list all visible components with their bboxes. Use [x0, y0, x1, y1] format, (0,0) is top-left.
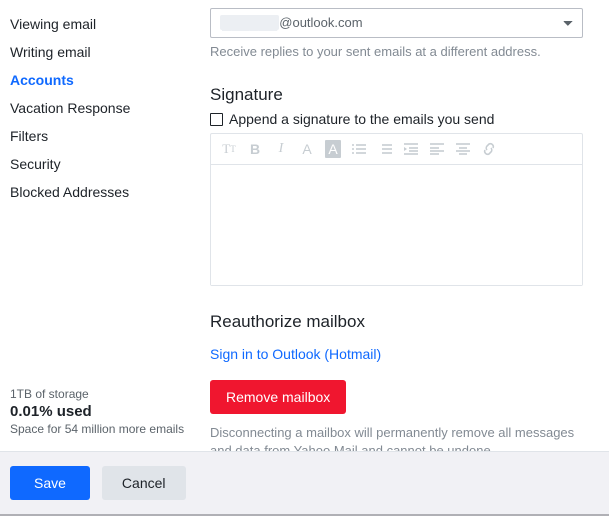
signature-editor: TT B I A A: [210, 133, 583, 286]
storage-info: 1TB of storage 0.01% used Space for 54 m…: [10, 387, 200, 448]
align-left-icon[interactable]: [429, 140, 445, 158]
sidebar-item-blocked-addresses[interactable]: Blocked Addresses: [10, 178, 200, 206]
cancel-button[interactable]: Cancel: [102, 466, 186, 500]
reauthorize-heading: Reauthorize mailbox: [210, 312, 583, 332]
signature-textarea[interactable]: [211, 165, 582, 285]
signature-heading: Signature: [210, 85, 583, 105]
font-size-icon[interactable]: TT: [221, 140, 237, 158]
settings-sidebar: Viewing email Writing email Accounts Vac…: [0, 0, 200, 448]
bullet-list-icon[interactable]: [351, 140, 367, 158]
save-button[interactable]: Save: [10, 466, 90, 500]
append-signature-label: Append a signature to the emails you sen…: [229, 111, 494, 127]
remove-mailbox-button[interactable]: Remove mailbox: [210, 380, 346, 414]
reply-to-help: Receive replies to your sent emails at a…: [210, 44, 583, 59]
sidebar-item-writing-email[interactable]: Writing email: [10, 38, 200, 66]
bold-icon[interactable]: B: [247, 140, 263, 158]
sidebar-item-viewing-email[interactable]: Viewing email: [10, 10, 200, 38]
link-icon[interactable]: [481, 140, 497, 158]
sidebar-item-accounts[interactable]: Accounts: [10, 66, 200, 94]
reply-to-select[interactable]: [210, 8, 583, 38]
highlight-icon[interactable]: A: [325, 140, 341, 158]
footer-bar: Save Cancel: [0, 451, 609, 516]
font-family-icon[interactable]: A: [299, 140, 315, 158]
sign-in-outlook-link[interactable]: Sign in to Outlook (Hotmail): [210, 346, 381, 362]
align-center-icon[interactable]: [455, 140, 471, 158]
sidebar-item-filters[interactable]: Filters: [10, 122, 200, 150]
italic-icon[interactable]: I: [273, 140, 289, 158]
signature-toolbar: TT B I A A: [211, 134, 582, 165]
storage-detail: Space for 54 million more emails: [10, 422, 190, 436]
indent-icon[interactable]: [403, 140, 419, 158]
storage-used: 0.01% used: [10, 403, 190, 420]
settings-main: ██████@outlook.com Receive replies to yo…: [200, 0, 609, 448]
number-list-icon[interactable]: [377, 140, 393, 158]
sidebar-item-vacation-response[interactable]: Vacation Response: [10, 94, 200, 122]
storage-total: 1TB of storage: [10, 387, 190, 401]
sidebar-item-security[interactable]: Security: [10, 150, 200, 178]
append-signature-checkbox[interactable]: [210, 113, 223, 126]
